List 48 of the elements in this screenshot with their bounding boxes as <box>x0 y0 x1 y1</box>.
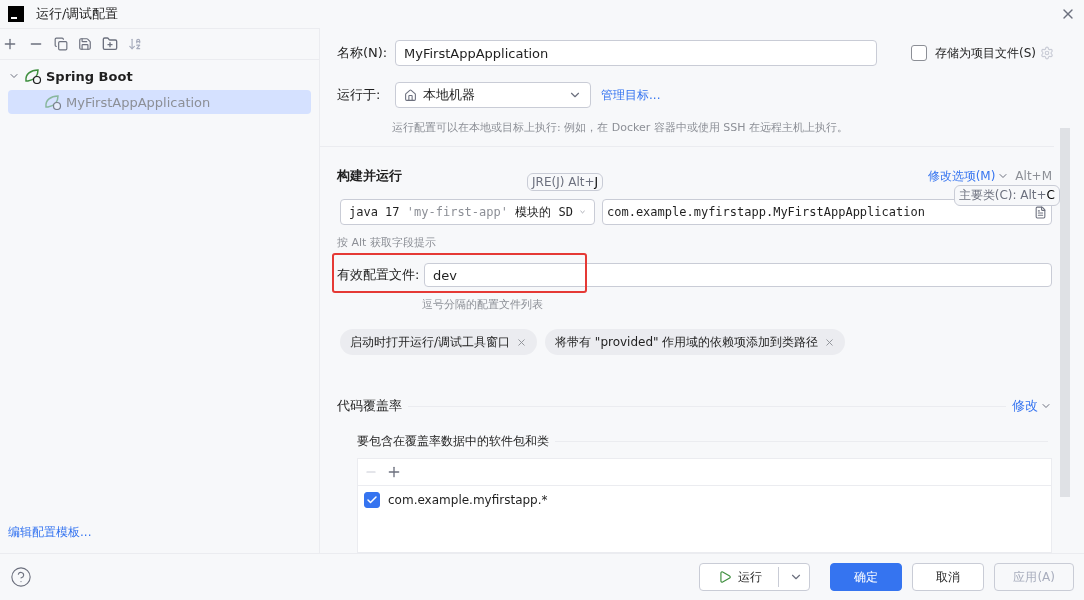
save-icon[interactable] <box>78 37 92 51</box>
folder-plus-icon[interactable] <box>102 36 118 52</box>
run-on-hint: 运行配置可以在本地或目标上执行: 例如，在 Docker 容器中或使用 SSH 在远程主机上执行。 <box>392 120 849 135</box>
remove-icon[interactable] <box>824 336 836 348</box>
package-checkbox[interactable] <box>364 492 380 508</box>
jre-dropdown[interactable]: java 17 'my-first-app' 模块的 SD <box>340 199 595 225</box>
spring-leaf-icon <box>44 94 62 110</box>
section-title: 代码覆盖率 <box>337 397 402 415</box>
tree-item[interactable]: Spring Boot <box>8 64 311 88</box>
subsection-title: 要包含在覆盖率数据中的软件包和类 <box>357 433 549 450</box>
manage-targets-link[interactable]: 管理目标... <box>601 86 661 104</box>
profiles-label: 有效配置文件: <box>337 266 421 284</box>
section-title: 构建并运行 <box>337 167 402 185</box>
play-icon <box>718 570 733 584</box>
package-pattern: com.example.myfirstapp.* <box>388 493 548 507</box>
modify-options-link[interactable]: 修改选项(M) <box>927 167 996 185</box>
profiles-hint: 逗号分隔的配置文件列表 <box>422 297 544 312</box>
add-icon[interactable] <box>386 464 402 480</box>
home-icon <box>404 88 417 102</box>
profiles-field[interactable]: dev <box>424 263 1052 287</box>
run-button[interactable]: 运行 <box>699 563 811 591</box>
name-field[interactable]: MyFirstAppApplication <box>395 40 877 66</box>
store-label: 存储为项目文件(S) <box>935 44 1036 62</box>
check-icon <box>366 494 378 506</box>
option-text: 启动时打开运行/调试工具窗口 <box>350 333 511 351</box>
copy-icon[interactable] <box>54 37 68 51</box>
dialog-button[interactable]: 取消 <box>912 563 985 591</box>
run-on-label: 运行于: <box>337 86 382 104</box>
remove-icon[interactable] <box>516 336 528 348</box>
modify-link[interactable]: 修改 <box>1012 397 1038 415</box>
name-label: 名称(N): <box>337 44 389 62</box>
edit-templates-link[interactable]: 编辑配置模板... <box>8 525 92 539</box>
store-checkbox[interactable] <box>911 45 927 61</box>
option-text: 将带有 "provided" 作用域的依赖项添加到类路径 <box>555 333 819 351</box>
add-icon[interactable] <box>2 36 18 52</box>
run-on-dropdown[interactable]: 本地机器 <box>395 82 591 108</box>
help-icon[interactable] <box>10 566 32 588</box>
spring-leaf-icon <box>24 68 42 84</box>
shortcut-text: Alt+M <box>1015 169 1052 183</box>
browse-icon[interactable] <box>1034 205 1047 219</box>
ok-button[interactable]: 确定 <box>830 563 903 591</box>
app-logo-icon <box>8 6 24 22</box>
scrollbar[interactable] <box>1060 128 1070 497</box>
sort-icon[interactable] <box>128 37 142 51</box>
window-title: 运行/调试配置 <box>36 5 120 23</box>
jre-tooltip: JRE(J) Alt+J <box>527 173 604 191</box>
alt-hint: 按 Alt 获取字段提示 <box>337 235 437 250</box>
main-class-tooltip: 主要类(C): Alt+C <box>953 185 1060 206</box>
